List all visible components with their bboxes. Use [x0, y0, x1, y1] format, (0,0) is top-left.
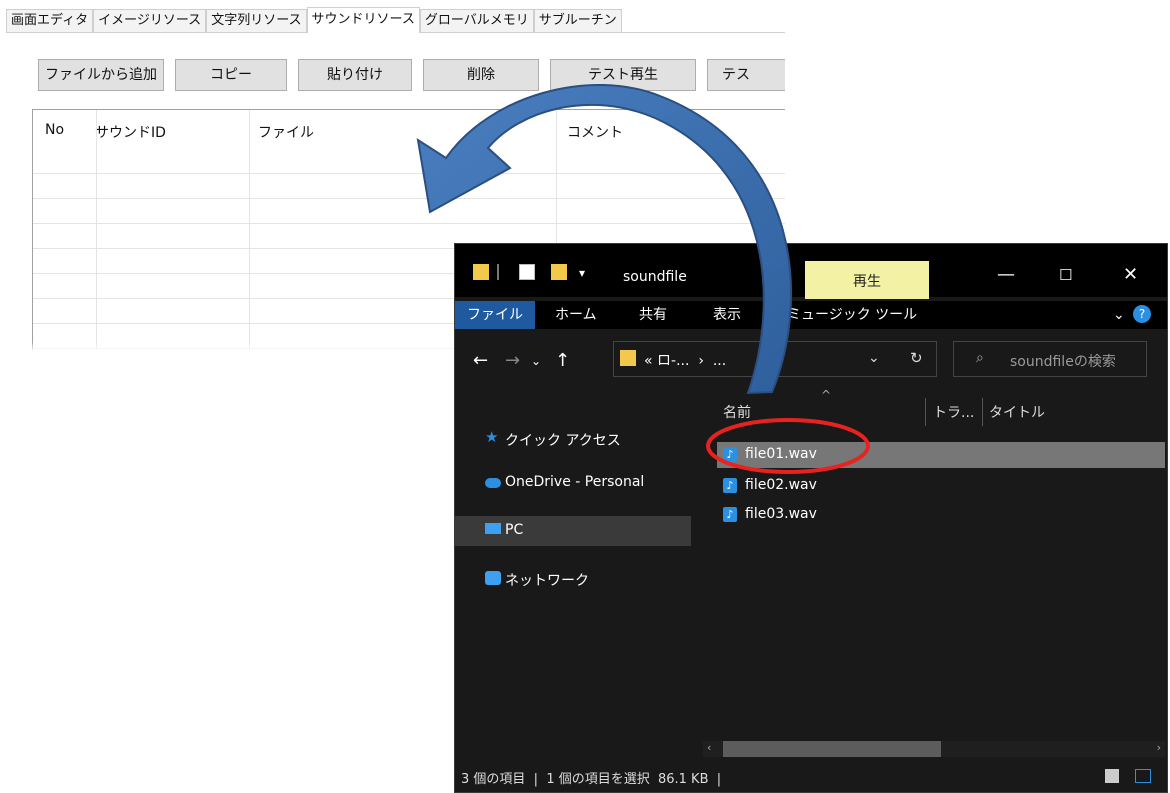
- network-icon: [485, 571, 501, 585]
- tab-file[interactable]: ファイル: [455, 301, 535, 329]
- table-row[interactable]: [33, 198, 785, 199]
- column-header-sound-id[interactable]: サウンドID: [95, 122, 166, 142]
- tab-string-resource[interactable]: 文字列リソース: [206, 9, 307, 32]
- scrollbar-thumb[interactable]: [723, 741, 941, 757]
- computer-icon: [485, 523, 501, 534]
- tab-global-memory[interactable]: グローバルメモリ: [419, 9, 534, 32]
- column-divider[interactable]: [982, 398, 983, 426]
- window-title: soundfile: [623, 269, 687, 285]
- tab-share[interactable]: 共有: [635, 301, 671, 329]
- editor-toolbar: ファイルから追加 コピー 貼り付け 削除 テスト再生 テス: [38, 59, 785, 91]
- file-explorer-window: ▾ soundfile 再生 — ☐ ✕ ファイル ホーム 共有 表示 ミュージ…: [454, 243, 1168, 793]
- nav-onedrive[interactable]: OneDrive - Personal: [455, 468, 691, 498]
- nav-network[interactable]: ネットワーク: [455, 564, 691, 594]
- test-stop-button[interactable]: テス: [707, 59, 785, 91]
- expand-ribbon-icon[interactable]: ⌄: [1109, 301, 1129, 329]
- column-header-no[interactable]: No: [45, 122, 64, 138]
- new-folder-icon[interactable]: [551, 264, 567, 280]
- title-bar: ▾ soundfile 再生 — ☐ ✕: [455, 244, 1167, 299]
- column-divider: [249, 110, 250, 352]
- search-box[interactable]: ⌕ soundfileの検索: [953, 341, 1147, 377]
- file-row[interactable]: ♪ file01.wav: [717, 442, 1165, 468]
- close-icon[interactable]: ✕: [1123, 264, 1138, 285]
- tab-music-tools[interactable]: ミュージック ツール: [783, 301, 921, 329]
- up-icon[interactable]: ↑: [555, 350, 570, 371]
- nav-pc[interactable]: PC: [455, 516, 691, 546]
- address-row: ← → ⌄ ↑ « ロ-... › ... ⌄ ↻ ⌕ soundfileの検索: [455, 336, 1167, 382]
- details-view-icon[interactable]: [1105, 769, 1119, 783]
- nav-quick-access[interactable]: ★ クイック アクセス: [455, 424, 691, 454]
- tab-screen-editor[interactable]: 画面エディタ: [6, 9, 94, 32]
- tab-view[interactable]: 表示: [709, 301, 745, 329]
- horizontal-scrollbar[interactable]: ‹ ›: [703, 741, 1165, 757]
- scroll-left-icon[interactable]: ‹: [707, 741, 711, 754]
- sort-arrow-icon: ^: [821, 388, 832, 402]
- column-header-track[interactable]: トラ...: [933, 402, 974, 422]
- large-icons-view-icon[interactable]: [1135, 769, 1151, 783]
- refresh-icon[interactable]: ↻: [910, 349, 923, 367]
- address-path: « ロ-... › ...: [644, 353, 727, 369]
- table-row[interactable]: [33, 173, 785, 174]
- chevron-down-icon[interactable]: ⌄: [868, 350, 880, 366]
- cloud-icon: [485, 478, 501, 488]
- folder-icon: [473, 264, 489, 280]
- audio-file-icon: ♪: [723, 478, 737, 493]
- forward-icon[interactable]: →: [505, 350, 520, 371]
- separator: [497, 264, 499, 280]
- status-text: 3 個の項目 | 1 個の項目を選択 86.1 KB |: [461, 772, 722, 787]
- table-row[interactable]: [33, 223, 785, 224]
- tab-image-resource[interactable]: イメージリソース: [93, 9, 207, 32]
- address-bar[interactable]: « ロ-... › ... ⌄ ↻: [613, 341, 937, 377]
- delete-button[interactable]: 削除: [423, 59, 539, 91]
- column-header-title[interactable]: タイトル: [989, 402, 1045, 422]
- copy-button[interactable]: コピー: [175, 59, 287, 91]
- column-divider: [96, 110, 97, 352]
- file-list: 名前 ^ トラ... タイトル ♪ file01.wav ♪ file02.wa…: [693, 386, 1165, 746]
- paste-button[interactable]: 貼り付け: [298, 59, 412, 91]
- tab-subroutine[interactable]: サブルーチン: [533, 9, 622, 32]
- minimize-icon[interactable]: —: [997, 264, 1015, 285]
- star-icon: ★: [485, 428, 499, 446]
- back-icon[interactable]: ←: [473, 350, 488, 371]
- editor-tab-bar: 画面エディタ イメージリソース 文字列リソース サウンドリソース グローバルメモ…: [6, 7, 785, 33]
- test-play-button[interactable]: テスト再生: [550, 59, 696, 91]
- tab-home[interactable]: ホーム: [551, 301, 601, 329]
- properties-icon[interactable]: [519, 264, 535, 280]
- scroll-right-icon[interactable]: ›: [1157, 741, 1161, 754]
- audio-file-icon: ♪: [723, 447, 737, 462]
- column-header-name[interactable]: 名前: [723, 402, 751, 422]
- ribbon-tabs: ファイル ホーム 共有 表示 ミュージック ツール ⌄ ?: [455, 301, 1167, 329]
- search-placeholder: soundfileの検索: [1010, 354, 1116, 370]
- help-icon[interactable]: ?: [1133, 305, 1151, 323]
- customize-qat-icon[interactable]: ▾: [579, 266, 589, 282]
- column-header-comment[interactable]: コメント: [567, 122, 623, 142]
- search-icon: ⌕: [976, 350, 984, 366]
- status-bar: 3 個の項目 | 1 個の項目を選択 86.1 KB |: [455, 762, 1167, 792]
- recent-locations-icon[interactable]: ⌄: [531, 354, 541, 368]
- tab-sound-resource[interactable]: サウンドリソース: [306, 7, 420, 33]
- column-divider[interactable]: [925, 398, 926, 426]
- audio-file-icon: ♪: [723, 507, 737, 522]
- add-from-file-button[interactable]: ファイルから追加: [38, 59, 164, 91]
- folder-icon: [620, 350, 636, 366]
- column-header-file[interactable]: ファイル: [258, 122, 314, 142]
- navigation-pane: ★ クイック アクセス OneDrive - Personal PC ネットワー…: [455, 386, 693, 746]
- file-row[interactable]: ♪ file03.wav: [717, 502, 1165, 528]
- play-context-tab[interactable]: 再生: [805, 261, 929, 299]
- file-row[interactable]: ♪ file02.wav: [717, 473, 1165, 499]
- maximize-icon[interactable]: ☐: [1059, 266, 1072, 284]
